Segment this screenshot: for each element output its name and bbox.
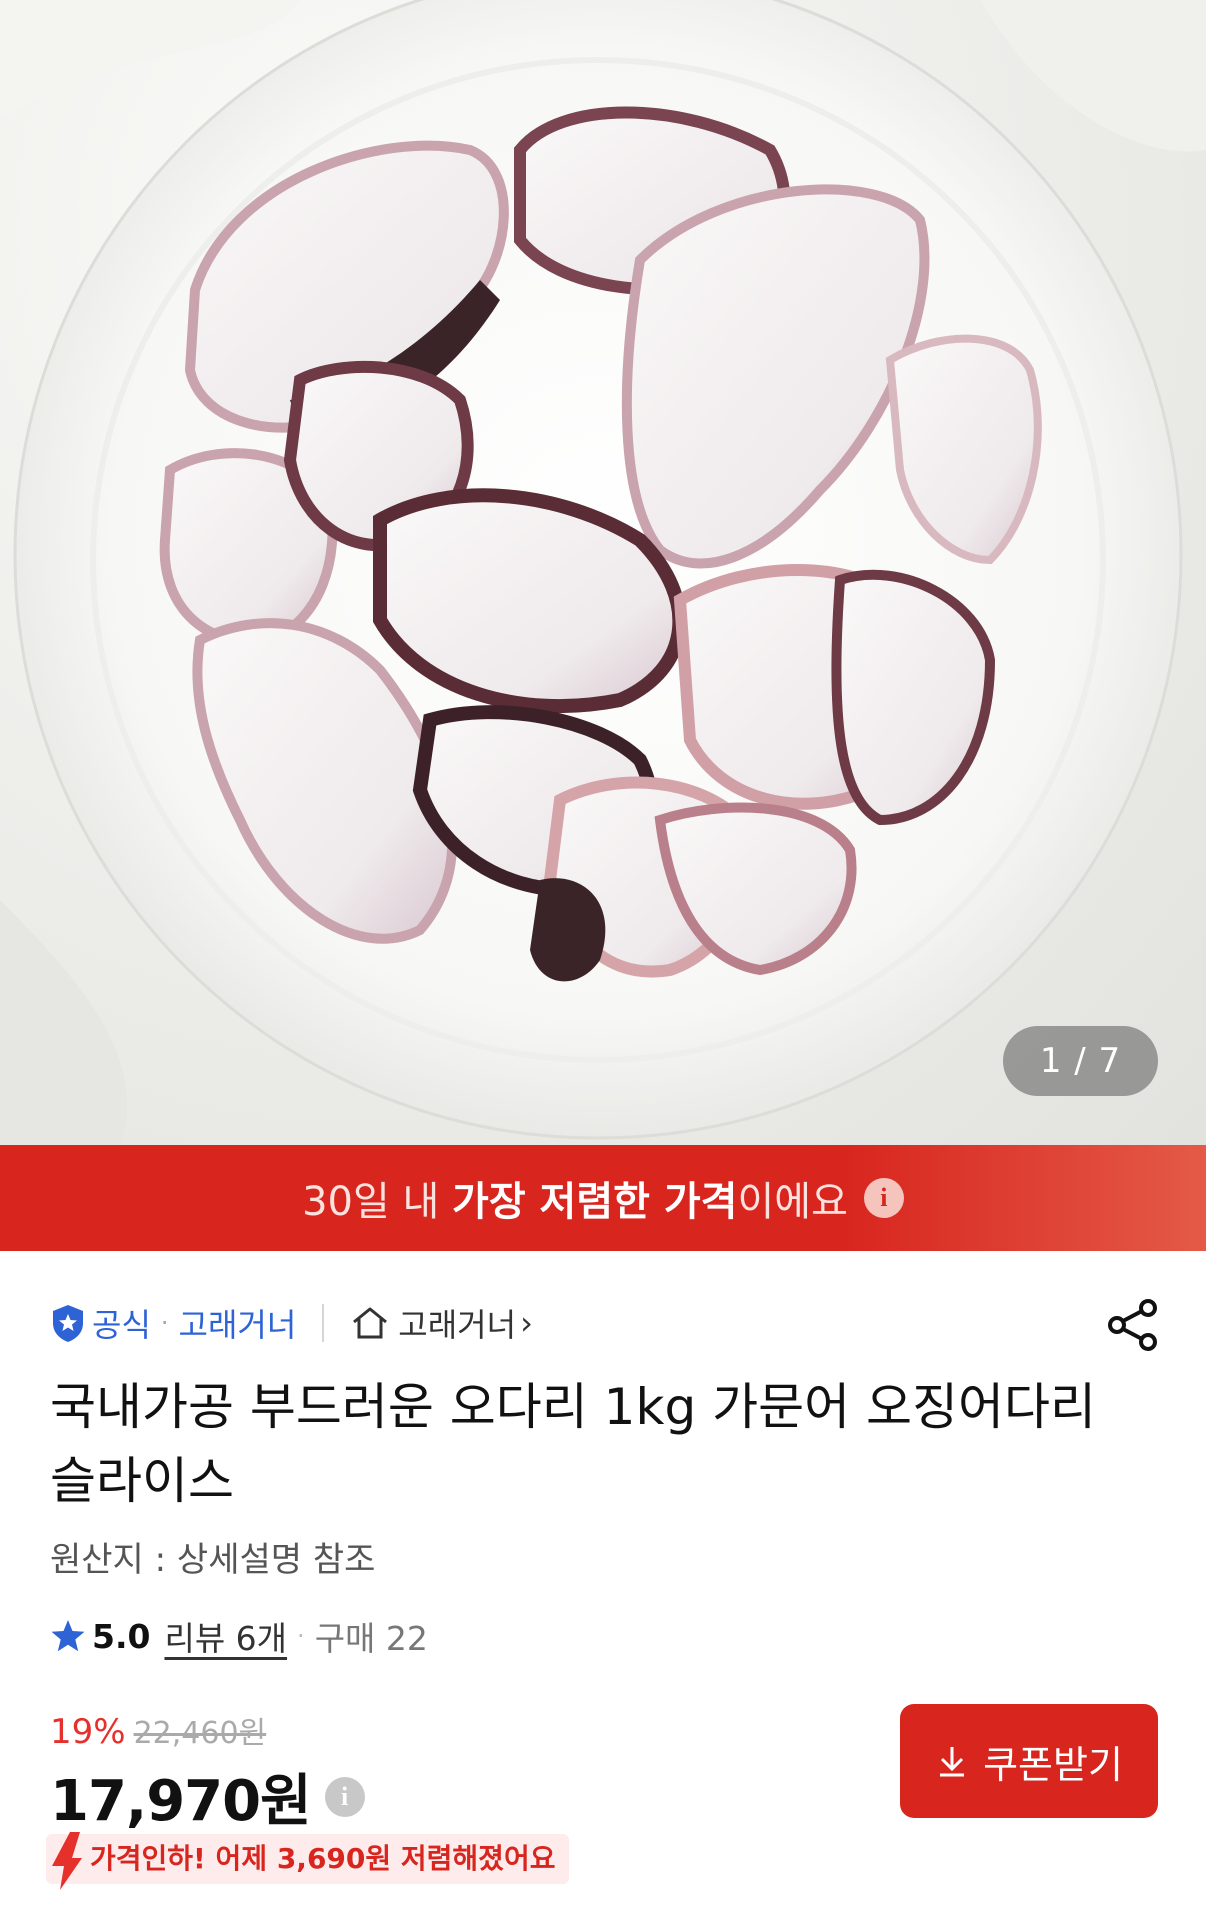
review-link[interactable]: 리뷰 6개 — [164, 1612, 287, 1660]
dot-separator: · — [297, 1622, 305, 1650]
shield-icon — [53, 1305, 83, 1342]
coupon-button[interactable]: 쿠폰받기 — [900, 1704, 1158, 1818]
original-price: 22,460원 — [133, 1716, 267, 1751]
product-photo — [0, 0, 1206, 1145]
brand-link[interactable]: 고래거너 — [179, 1300, 297, 1346]
coupon-label: 쿠폰받기 — [983, 1742, 1123, 1787]
discount-row: 19% 22,460원 — [50, 1708, 266, 1752]
info-icon[interactable]: i — [863, 1178, 904, 1218]
dot-separator: · — [160, 1309, 169, 1337]
price-row: 17,970원 i — [50, 1756, 365, 1837]
sale-price: 17,970원 — [50, 1769, 312, 1834]
download-icon — [940, 1747, 965, 1777]
lowest-price-banner[interactable]: 30일 내 가장 저렴한 가격 이에요 i — [0, 1145, 1206, 1251]
banner-text-pre: 30일 내 — [302, 1179, 453, 1225]
price-info-icon[interactable]: i — [324, 1776, 365, 1817]
image-counter: 1 / 7 — [1003, 1026, 1158, 1096]
price-drop-text: 가격인하! 어제 3,690원 저렴해졌어요 — [46, 1834, 570, 1884]
purchase-count: 구매 22 — [314, 1619, 428, 1658]
seller-row: 공식 · 고래거너 고래거너 › — [50, 1300, 533, 1346]
rating-row: 5.0 리뷰 6개 · 구매 22 — [50, 1612, 428, 1660]
home-icon — [353, 1307, 388, 1339]
store-link[interactable]: 고래거너 › — [350, 1300, 533, 1346]
store-name: 고래거너 — [398, 1306, 517, 1344]
price-drop-badge: 가격인하! 어제 3,690원 저렴해졌어요 — [46, 1832, 570, 1890]
chevron-right-icon: › — [520, 1304, 533, 1342]
arrow-down-icon — [52, 1832, 82, 1890]
banner-text-bold: 가장 저렴한 가격 — [452, 1179, 738, 1225]
divider — [322, 1304, 325, 1342]
discount-percent: 19% — [50, 1712, 126, 1752]
banner-text-post: 이에요 — [737, 1179, 848, 1225]
product-image[interactable]: 1 / 7 — [0, 0, 1206, 1145]
share-icon[interactable] — [1104, 1296, 1162, 1354]
product-title: 국내가공 부드러운 오다리 1kg 가문어 오징어다리 슬라이스 — [50, 1378, 1096, 1510]
rating-score: 5.0 — [92, 1616, 151, 1656]
star-icon — [51, 1620, 85, 1652]
official-badge: 공식 — [92, 1306, 151, 1344]
origin-info: 원산지 : 상세설명 참조 — [50, 1540, 376, 1580]
